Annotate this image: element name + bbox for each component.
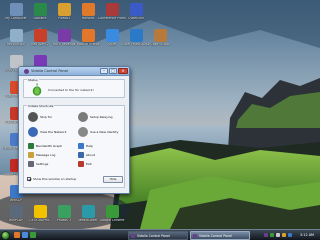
setup-relaying-label: Setup Relaying (90, 115, 113, 119)
clock[interactable]: 3:12 AM (300, 233, 314, 237)
computer-icon (9, 3, 23, 16)
vuze-icon (105, 29, 119, 42)
vidalia-onion-icon (193, 234, 197, 238)
volume-tray-icon[interactable] (276, 233, 280, 237)
settings-icon (28, 161, 34, 167)
exit-label: Exit (86, 162, 92, 166)
desktop-icon[interactable]: CyberLink (122, 2, 150, 28)
help-label: Help (86, 144, 93, 148)
shortcuts-group-title: Vidalia Shortcuts (27, 104, 55, 108)
vidalia-onion-icon (24, 69, 29, 74)
vidalia-control-panel-window[interactable]: Vidalia Control Panel – □ × Status Conne… (18, 66, 130, 194)
stop-icon (28, 112, 38, 122)
mediacoder-icon (81, 205, 95, 218)
network-tray-icon[interactable] (270, 233, 274, 237)
minimize-button[interactable]: – (100, 68, 108, 74)
messenger-tray-icon[interactable] (288, 233, 292, 237)
document-icon (105, 3, 119, 16)
stop-tor-label: Stop Tor (40, 115, 53, 119)
game-icon (57, 29, 71, 42)
help-button[interactable]: Help (78, 143, 124, 149)
shortcuts-group: Vidalia Shortcuts Stop Tor Setup Relaying… (23, 104, 125, 188)
show-on-startup-label: Show this window on startup (33, 177, 77, 181)
desktop-icon-label: Google Chrome (99, 219, 125, 222)
stop-tor-button[interactable]: Stop Tor (28, 112, 74, 122)
desktop-icon-label: Cake Studio (150, 43, 170, 46)
about-button[interactable]: About (78, 152, 124, 158)
firefox-quicklaunch-icon[interactable] (14, 232, 20, 238)
tor-onion-status-icon (32, 83, 42, 96)
status-group-title: Status (27, 78, 39, 82)
status-group: Status Connected to the Tor network! (23, 78, 125, 98)
tor-tray-icon[interactable] (264, 233, 268, 237)
connection-status-text: Connected to the Tor network! (48, 88, 94, 92)
battery-tray-icon[interactable] (282, 233, 286, 237)
window-title: Vidalia Control Panel (31, 69, 69, 73)
photos-icon (57, 205, 71, 218)
graph-icon (28, 143, 34, 149)
setup-relaying-button[interactable]: Setup Relaying (78, 112, 124, 122)
close-button[interactable]: × (118, 68, 128, 74)
taskbar-button[interactable]: Vidalia Control Panel (190, 231, 250, 240)
maximize-button[interactable]: □ (109, 68, 117, 74)
cake-icon (153, 29, 167, 42)
message-log-label: Message Log (36, 153, 56, 157)
desktop-icon[interactable]: Cake Studio (146, 28, 174, 54)
hotshot-icon (81, 3, 95, 16)
system-tray: 3:12 AM (262, 231, 319, 240)
relay-icon (78, 112, 88, 122)
bandwidth-graph-button[interactable]: Bandwidth Graph (28, 143, 74, 149)
game-icon (33, 29, 47, 42)
window-title-bar[interactable]: Vidalia Control Panel – □ × (19, 67, 129, 76)
view-the-network-button[interactable]: View the Network (28, 127, 74, 137)
hide-button[interactable]: Hide (103, 176, 123, 183)
checkbox-box[interactable] (27, 177, 31, 181)
desktop-icon-label: WinSCP (9, 199, 23, 202)
bandwidth-graph-label: Bandwidth Graph (36, 144, 63, 148)
about-label: About (86, 153, 95, 157)
taskbar: Vidalia Control Panel Vidalia Control Pan… (0, 229, 320, 240)
taskbar-button-label: Vidalia Control Panel (199, 234, 232, 238)
log-icon (28, 152, 34, 158)
cyberlink-icon (129, 3, 143, 16)
use-a-new-identity-label: Use a New Identity (90, 130, 119, 134)
identity-icon (78, 127, 88, 137)
taskbar-button[interactable]: Vidalia Control Panel (128, 231, 188, 240)
desktop-icon[interactable]: Google Chrome (98, 204, 126, 230)
exit-button[interactable]: Exit (78, 161, 124, 167)
network-icon (9, 205, 23, 218)
taskbar-button-label: Vidalia Control Panel (137, 234, 170, 238)
chrome-icon (105, 205, 119, 218)
start-button[interactable] (1, 231, 10, 240)
game-icon (33, 3, 47, 16)
chrome-quicklaunch-icon[interactable] (30, 232, 36, 238)
show-desktop-icon[interactable] (22, 232, 28, 238)
view-the-network-label: View the Network (40, 130, 67, 134)
desktop-icon-label: CyberLink (128, 17, 144, 20)
globe-icon (28, 127, 38, 137)
exit-icon (78, 161, 84, 167)
vidalia-onion-icon (131, 234, 135, 238)
settings-label: Settings (36, 162, 49, 166)
help-icon (78, 143, 84, 149)
nat-geo-icon (33, 205, 47, 218)
corel-icon (129, 29, 143, 42)
about-icon (78, 152, 84, 158)
message-log-button[interactable]: Message Log (28, 152, 74, 158)
settings-button[interactable]: Settings (28, 161, 74, 167)
firefox-icon (81, 29, 95, 42)
picasa-icon (57, 3, 71, 16)
use-a-new-identity-button[interactable]: Use a New Identity (78, 127, 124, 137)
recycle-bin-icon (9, 29, 23, 42)
